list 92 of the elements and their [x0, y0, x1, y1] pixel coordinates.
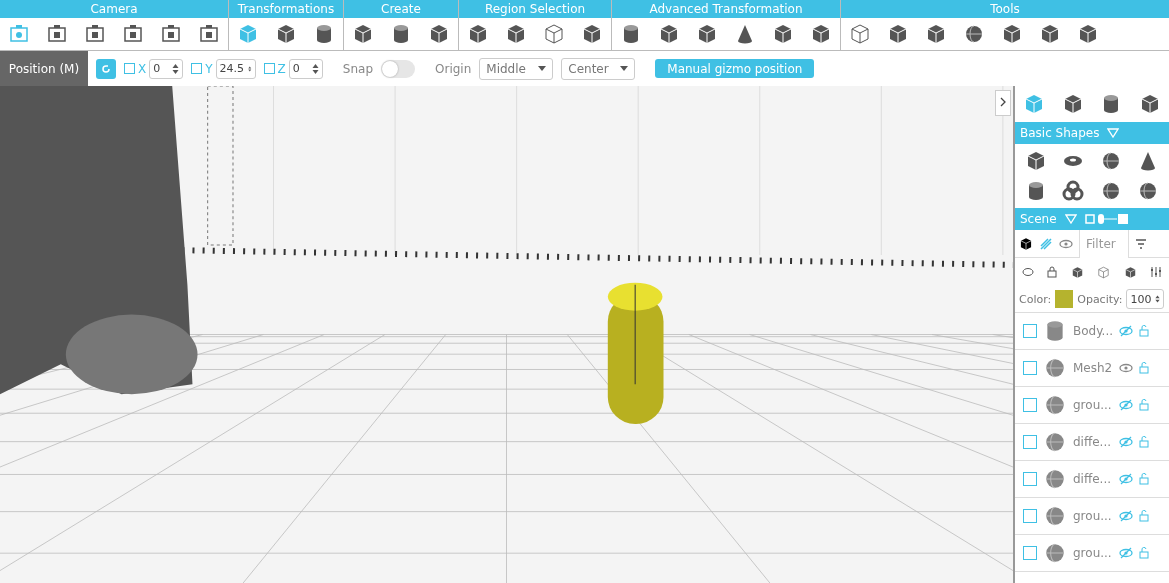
toolbar-group-title: Transformations — [229, 0, 343, 18]
cube-icon — [467, 23, 489, 45]
row-checkbox[interactable] — [1023, 546, 1037, 560]
opacity-label: Opacity: — [1077, 292, 1123, 306]
filter-field[interactable]: Filter — [1079, 229, 1129, 258]
row-checkbox[interactable] — [1023, 324, 1037, 338]
caret-icon — [538, 66, 547, 71]
camera-icon — [84, 23, 106, 45]
axis-checkbox[interactable] — [191, 63, 203, 74]
row-checkbox[interactable] — [1023, 361, 1037, 375]
refresh-icon — [101, 63, 111, 74]
sphere-icon — [1043, 356, 1067, 380]
section-title: Basic Shapes — [1020, 126, 1100, 140]
knot-icon — [1062, 180, 1085, 202]
toolbar-group-title: Tools — [841, 0, 1169, 18]
scene-item-name: grou... — [1073, 509, 1113, 523]
sphere-icon — [1043, 430, 1067, 454]
caret-icon — [620, 66, 629, 71]
spinner-arrows-icon[interactable] — [172, 62, 180, 75]
cube-icon — [1070, 265, 1084, 279]
row-checkbox[interactable] — [1023, 509, 1037, 523]
snap-label: Snap — [342, 61, 373, 76]
origin-dropdown[interactable]: Center — [561, 57, 636, 80]
sphere-icon — [963, 23, 985, 45]
cube-icon — [1123, 265, 1137, 279]
cube-icon — [1077, 23, 1099, 45]
sphere-icon — [1043, 541, 1067, 565]
cube-icon — [887, 23, 909, 45]
filter-icon[interactable] — [1135, 237, 1147, 250]
wireframe-cube-icon — [1097, 265, 1111, 279]
cube-icon — [275, 23, 297, 45]
spinner-arrows-icon[interactable] — [311, 62, 319, 75]
scene-item-name: grou... — [1073, 398, 1113, 412]
number-field[interactable]: 24.5 — [215, 58, 256, 79]
camera-icon — [160, 23, 182, 45]
chevron-right-icon — [1000, 97, 1006, 107]
scene-item-name: diffe... — [1073, 435, 1113, 449]
origin-dropdown[interactable]: Middle — [479, 57, 554, 80]
scene-item-name: Body... — [1073, 324, 1113, 338]
eye-icon[interactable] — [1059, 237, 1073, 250]
opacity-field[interactable]: 100 — [1126, 289, 1165, 309]
cube-icon — [1019, 236, 1033, 251]
number-field[interactable]: 0 — [149, 58, 184, 79]
snap-toggle[interactable] — [381, 59, 415, 78]
cube-icon — [1039, 23, 1061, 45]
cube-icon — [810, 23, 832, 45]
cube-icon — [658, 23, 680, 45]
toolbar-group-title: Region Selection — [459, 0, 611, 18]
sliders-icon[interactable] — [1150, 266, 1163, 278]
scene-item-name: Mesh2 — [1073, 361, 1113, 375]
sphere-icon — [1043, 467, 1067, 491]
scene-item-name: diffe... — [1073, 472, 1113, 486]
camera-icon — [198, 23, 220, 45]
origin-label: Origin — [435, 61, 472, 76]
camera-icon — [46, 23, 68, 45]
axis-label: Y — [205, 61, 213, 76]
cube-icon — [925, 23, 947, 45]
number-field[interactable]: 0 — [288, 58, 323, 79]
toolbar-group-title: Camera — [0, 0, 228, 18]
spinner-arrows-icon[interactable] — [1155, 293, 1161, 305]
axis-label: X — [138, 61, 147, 76]
row-checkbox[interactable] — [1023, 398, 1037, 412]
cube-icon — [505, 23, 527, 45]
color-label: Color: — [1019, 292, 1052, 306]
toolbar-group-title: Create — [344, 0, 458, 18]
scene-item-name: grou... — [1073, 546, 1113, 560]
camera-icon — [8, 23, 30, 45]
wireframe-cube-icon — [543, 23, 565, 45]
cube-icon — [428, 23, 450, 45]
cube-icon — [352, 23, 374, 45]
section-title: Scene — [1020, 212, 1057, 226]
eye-icon[interactable] — [1021, 267, 1034, 277]
cube-icon — [237, 23, 259, 45]
view-switch-icon[interactable] — [1084, 213, 1131, 225]
axis-checkbox[interactable] — [263, 63, 275, 74]
row-checkbox[interactable] — [1023, 472, 1037, 486]
cube-icon — [1001, 23, 1023, 45]
eye-icon[interactable] — [1119, 362, 1133, 374]
sphere-icon — [1043, 393, 1067, 417]
cube-icon — [581, 23, 603, 45]
camera-icon — [122, 23, 144, 45]
axis-checkbox[interactable] — [124, 63, 135, 74]
row-checkbox[interactable] — [1023, 435, 1037, 449]
cube-icon — [772, 23, 794, 45]
lock-icon[interactable] — [1047, 266, 1058, 278]
cube-icon — [696, 23, 718, 45]
axis-label: Z — [277, 61, 286, 76]
wireframe-cube-icon — [849, 23, 871, 45]
sphere-icon — [1043, 504, 1067, 528]
position-label: Position (M) — [0, 51, 88, 86]
toolbar-group-title: Advanced Transformation — [612, 0, 840, 18]
color-swatch[interactable] — [1055, 290, 1074, 308]
